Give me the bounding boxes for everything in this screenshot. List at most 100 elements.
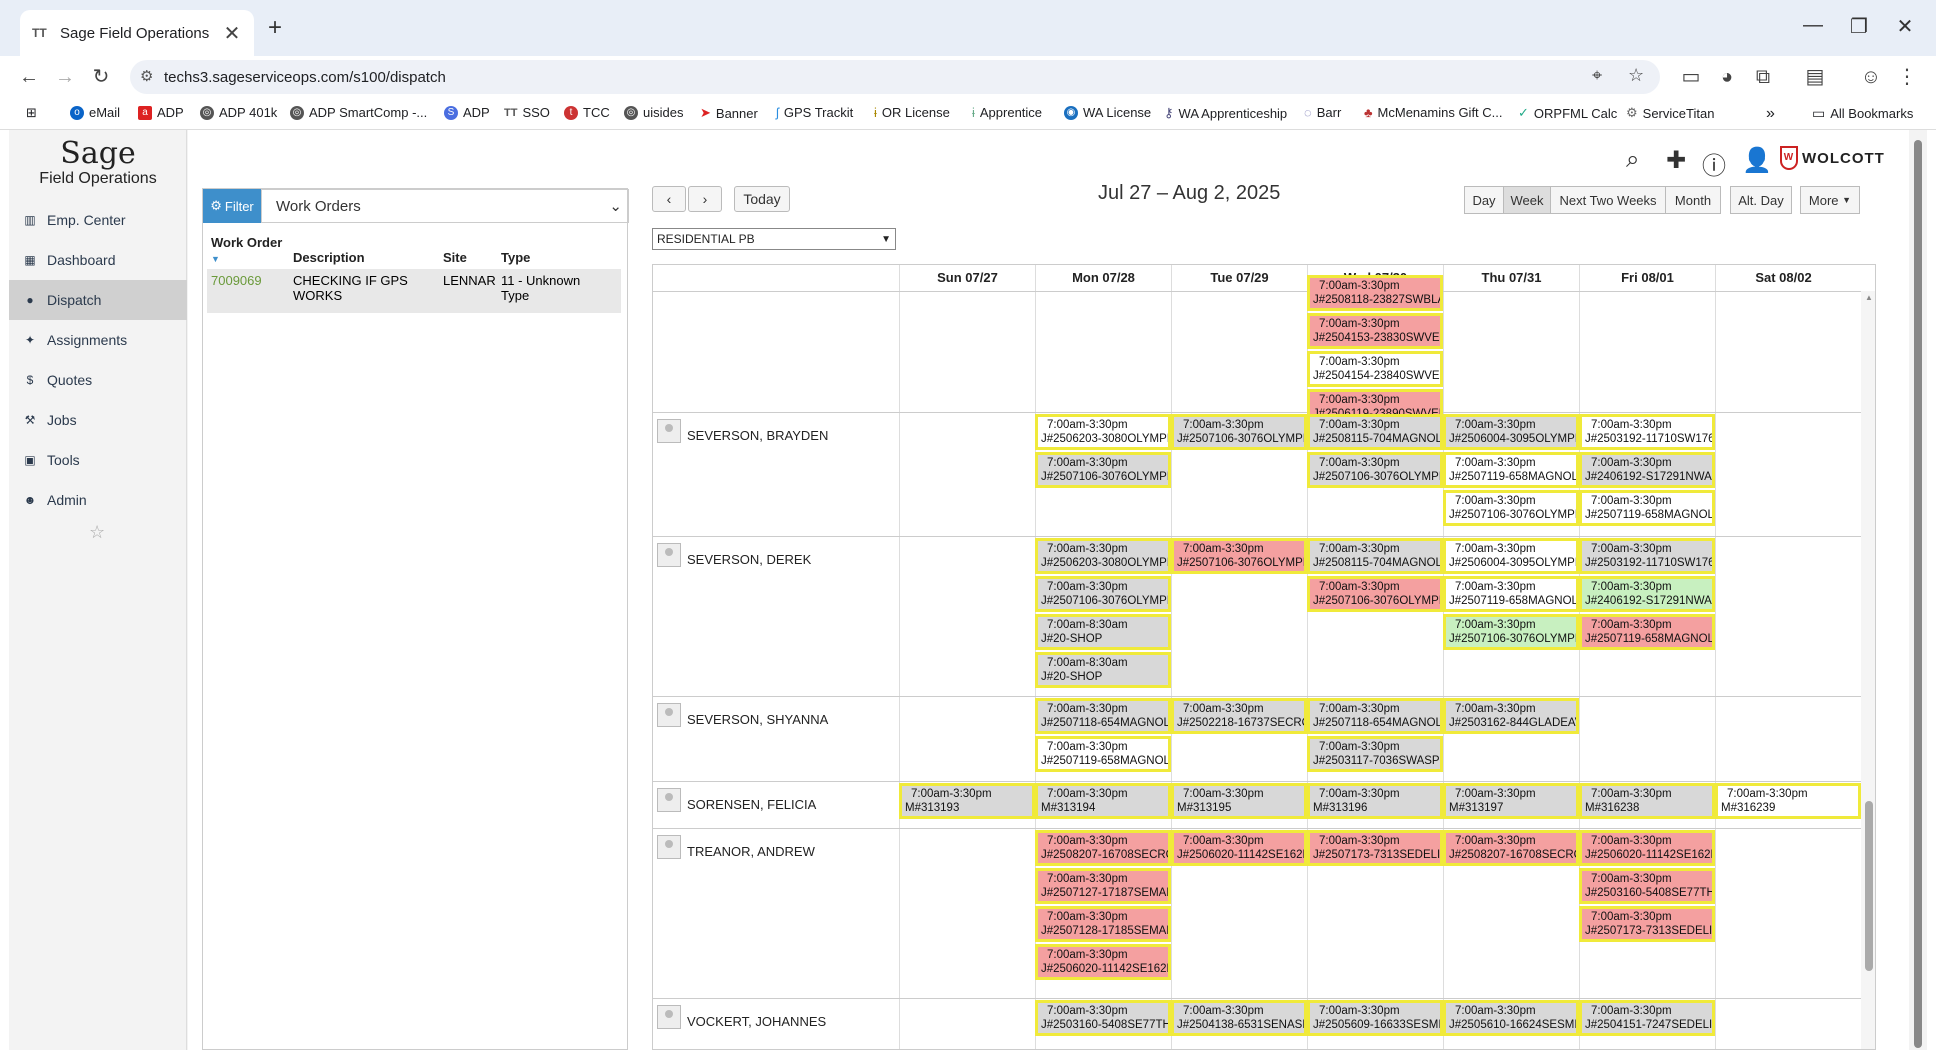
address-bar[interactable]: ⚙ techs3.sageserviceops.com/s100/dispatc… <box>130 60 1660 94</box>
appointment-card[interactable]: 7:00am-3:30pm J#2506203-3080OLYMPIC <box>1035 538 1171 574</box>
resource-group-select[interactable]: RESIDENTIAL PB ▼ <box>652 228 896 250</box>
appointment-card[interactable]: 7:00am-3:30pm J#2507127-17187SEMAPL <box>1035 868 1171 904</box>
sidebar-item-admin[interactable]: ☻ Admin <box>9 480 187 520</box>
user-profile-icon[interactable]: 👤 <box>1742 146 1772 175</box>
add-icon[interactable]: ✚ <box>1666 146 1686 175</box>
bookmark-adp-401k[interactable]: ◎ ADP 401k <box>200 105 277 120</box>
browser-tab[interactable]: TT Sage Field Operations ✕ <box>20 10 254 56</box>
bookmark-tcc[interactable]: t TCC <box>564 105 610 120</box>
screen-cast-icon[interactable]: ▭ <box>1678 64 1704 90</box>
employee-name[interactable]: TREANOR, ANDREW <box>687 844 815 859</box>
appointment-card[interactable]: 7:00am-3:30pm J#2503117-7036SWASPEN <box>1307 736 1443 772</box>
view-next-two-weeks-button[interactable]: Next Two Weeks <box>1550 186 1666 214</box>
appointment-card[interactable]: 7:00am-3:30pm M#313193 <box>899 783 1035 819</box>
appointment-card[interactable]: 7:00am-3:30pm J#2507119-658MAGNOLI <box>1443 452 1579 488</box>
appointment-card[interactable]: 7:00am-3:30pm J#2507118-654MAGNOLI <box>1035 698 1171 734</box>
bookmark-adp-smartcomp[interactable]: ◎ ADP SmartComp -... <box>290 105 427 120</box>
browser-menu-icon[interactable]: ⋮ <box>1894 64 1920 90</box>
appointment-card[interactable]: 7:00am-3:30pm J#2507128-17185SEMAPL <box>1035 906 1171 942</box>
appointment-card[interactable]: 7:00am-3:30pm M#313196 <box>1307 783 1443 819</box>
work-orders-select[interactable]: Work Orders ⌄ <box>261 189 629 223</box>
minimize-icon[interactable]: — <box>1798 14 1828 37</box>
appointment-card[interactable]: 7:00am-3:30pm J#2504151-7247SEDELINE <box>1579 1000 1715 1036</box>
appointment-card[interactable]: 7:00am-3:30pm J#2506004-3095OLYMPIC <box>1443 414 1579 450</box>
view-week-button[interactable]: Week <box>1503 186 1551 214</box>
appointment-card[interactable]: 7:00am-3:30pm J#2503160-5408SE77THA <box>1035 1000 1171 1036</box>
appointment-card[interactable]: 7:00am-3:30pm J#2504138-6531SENASHA <box>1171 1000 1307 1036</box>
view-alt-day-button[interactable]: Alt. Day <box>1730 186 1792 214</box>
appointment-card[interactable]: 7:00am-3:30pm J#2506020-11142SE162N <box>1171 830 1307 866</box>
appointment-card[interactable]: 7:00am-3:30pm M#316238 <box>1579 783 1715 819</box>
table-row[interactable]: 7009069 CHECKING IF GPS WORKS LENNAR 11 … <box>207 269 621 313</box>
appointment-card[interactable]: 7:00am-3:30pm J#2507106-3076OLYMPIC <box>1443 614 1579 650</box>
bookmark-wa-apprenticeship[interactable]: ⚷ WA Apprenticeship <box>1164 105 1287 121</box>
page-scrollbar[interactable] <box>1909 130 1927 1050</box>
appointment-card[interactable]: 7:00am-3:30pm J#2508207-16708SECROS <box>1035 830 1171 866</box>
appointment-card[interactable]: 7:00am-3:30pm J#2503162-844GLADEAVE <box>1443 698 1579 734</box>
day-header[interactable]: Sat 08/02 <box>1715 265 1851 291</box>
appointment-card[interactable]: 7:00am-3:30pm J#2508207-16708SECROS <box>1443 830 1579 866</box>
appointment-card[interactable]: 7:00am-3:30pm J#2507106-3076OLYMPIC <box>1171 538 1307 574</box>
sidebar-item-tools[interactable]: ▣ Tools <box>9 440 187 480</box>
appointment-card[interactable]: 7:00am-3:30pm J#2406192-S17291NWAN <box>1579 576 1715 612</box>
back-icon[interactable]: ← <box>16 64 42 90</box>
bookmark-star-icon[interactable]: ☆ <box>1628 65 1644 86</box>
bookmark-gps-trackit[interactable]: ʃ GPS Trackit <box>776 105 853 120</box>
appointment-card[interactable]: 7:00am-3:30pm J#2507106-3076OLYMPIC <box>1171 414 1307 450</box>
favorite-star-icon[interactable]: ☆ <box>89 522 105 543</box>
bookmark-or-license[interactable]: ɨ OR License <box>874 105 950 120</box>
appointment-card[interactable]: 7:00am-3:30pm J#2507119-658MAGNOLI <box>1035 736 1171 772</box>
sidebar-item-quotes[interactable]: $ Quotes <box>9 360 187 400</box>
side-panel-icon[interactable]: ▤ <box>1802 64 1828 90</box>
search-icon[interactable]: ⌕ <box>1626 146 1639 174</box>
bookmark-uisides[interactable]: ◎ uisides <box>624 105 683 120</box>
day-header[interactable]: Tue 07/29 <box>1171 265 1307 291</box>
employee-name[interactable]: SORENSEN, FELICIA <box>687 797 816 812</box>
column-header-type[interactable]: Type <box>497 250 607 265</box>
day-header[interactable]: Fri 08/01 <box>1579 265 1715 291</box>
appointment-card[interactable]: 7:00am-3:30pm J#2506020-11142SE162N <box>1035 944 1171 980</box>
bookmark-wa-license[interactable]: ◉ WA License <box>1064 105 1151 120</box>
employee-name[interactable]: VOCKERT, JOHANNES <box>687 1014 826 1029</box>
appointment-card[interactable]: 7:00am-3:30pm J#2503192-11710SW176T <box>1579 414 1715 450</box>
column-header-site[interactable]: Site <box>439 250 497 265</box>
more-bookmarks-icon[interactable]: » <box>1766 105 1775 123</box>
appointment-card[interactable]: 7:00am-3:30pm J#2507106-3076OLYMPIC <box>1035 576 1171 612</box>
appointment-card[interactable]: 7:00am-3:30pm J#2508115-704MAGNOLI <box>1307 538 1443 574</box>
sidebar-item-jobs[interactable]: ⚒ Jobs <box>9 400 187 440</box>
all-bookmarks[interactable]: ▭ All Bookmarks <box>1812 105 1913 122</box>
work-order-number[interactable]: 7009069 <box>207 273 289 309</box>
appointment-card[interactable]: 7:00am-3:30pm J#2508118-23827SWBLAC <box>1307 275 1443 311</box>
sidebar-item-assignments[interactable]: ✦ Assignments <box>9 320 187 360</box>
appointment-card[interactable]: 7:00am-3:30pm J#2505609-16633SESMITH <box>1307 1000 1443 1036</box>
appointment-card[interactable]: 7:00am-3:30pm J#2507119-658MAGNOLI <box>1579 614 1715 650</box>
appointment-card[interactable]: 7:00am-3:30pm J#2507173-7313SEDELINE <box>1579 906 1715 942</box>
extensions-icon[interactable]: ⧉ <box>1750 64 1776 90</box>
today-button[interactable]: Today <box>734 186 790 212</box>
appointment-card[interactable]: 7:00am-3:30pm J#2507119-658MAGNOLI <box>1443 576 1579 612</box>
appointment-card[interactable]: 7:00am-8:30am J#20-SHOP <box>1035 614 1171 650</box>
appointment-card[interactable]: 7:00am-3:30pm J#2505610-16624SESMITH <box>1443 1000 1579 1036</box>
site-info-icon[interactable]: ⚙ <box>140 67 153 85</box>
appointment-card[interactable]: 7:00am-3:30pm J#2502218-16737SECROS <box>1171 698 1307 734</box>
scroll-up-icon[interactable]: ▲ <box>1865 293 1873 302</box>
calendar-scroll-thumb[interactable] <box>1865 801 1873 971</box>
extension-cookie-icon[interactable]: ◕ <box>1714 64 1740 90</box>
close-tab-icon[interactable]: ✕ <box>222 21 242 46</box>
appointment-card[interactable]: 7:00am-8:30am J#20-SHOP <box>1035 652 1171 688</box>
employee-name[interactable]: SEVERSON, SHYANNA <box>687 712 828 727</box>
day-header[interactable]: Thu 07/31 <box>1443 265 1579 291</box>
apps-grid-icon[interactable]: ⊞ <box>26 105 37 121</box>
appointment-card[interactable]: 7:00am-3:30pm J#2506203-3080OLYMPIC <box>1035 414 1171 450</box>
bookmark-servicetitan[interactable]: ⚙ ServiceTitan <box>1626 105 1714 121</box>
appointment-card[interactable]: 7:00am-3:30pm J#2507118-654MAGNOLI <box>1307 698 1443 734</box>
filter-button[interactable]: ⚙ Filter <box>203 189 261 223</box>
sidebar-item-dashboard[interactable]: ▦ Dashboard <box>9 240 187 280</box>
appointment-card[interactable]: 7:00am-3:30pm J#2504153-23830SWVERM <box>1307 313 1443 349</box>
page-scroll-thumb[interactable] <box>1914 140 1922 1048</box>
column-header-work-order[interactable]: Work Order ▼ <box>207 235 289 265</box>
reload-icon[interactable]: ↻ <box>88 64 114 90</box>
appointment-card[interactable]: 7:00am-3:30pm J#2506004-3095OLYMPIC <box>1443 538 1579 574</box>
close-window-icon[interactable]: ✕ <box>1890 14 1920 39</box>
next-week-button[interactable]: › <box>688 186 722 212</box>
